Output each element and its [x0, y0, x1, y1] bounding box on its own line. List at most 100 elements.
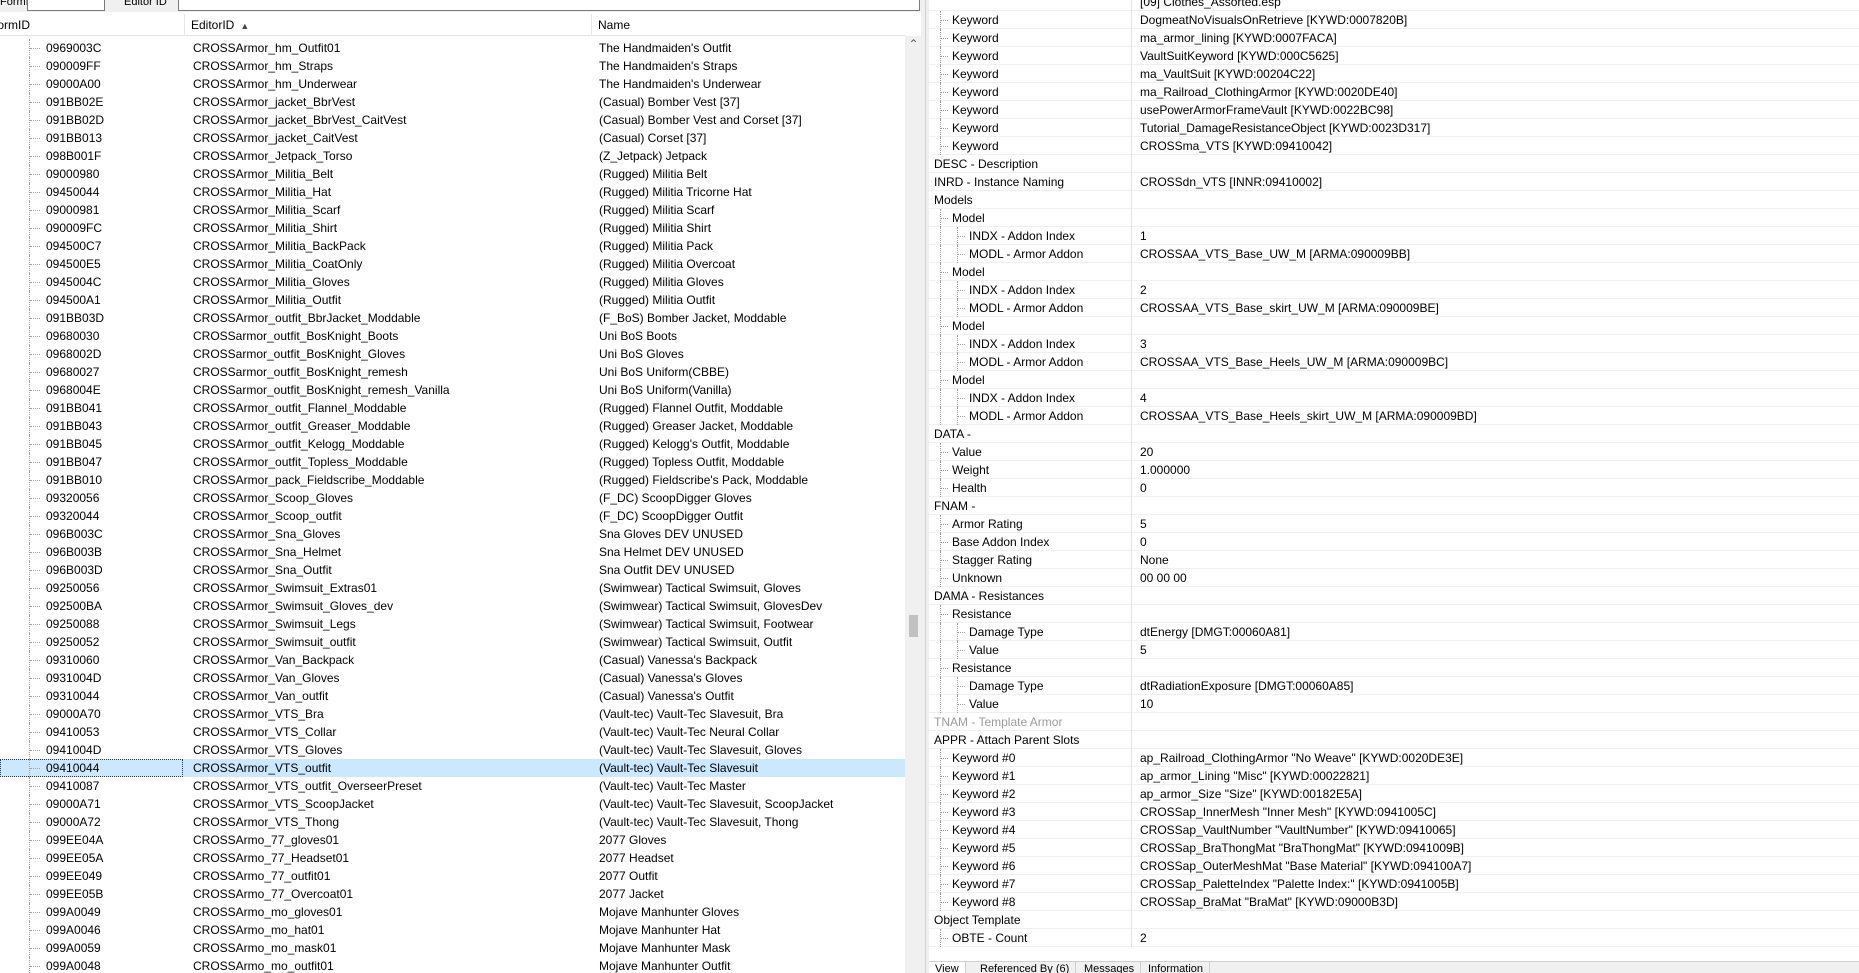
table-row[interactable]: 09000A72 CROSSArmor_VTS_Thong (Vault-tec) … [0, 813, 905, 831]
table-row[interactable]: 09410044 CROSSArmor_VTS_outfit (Vault-tec)… [0, 759, 905, 777]
table-row[interactable]: 096B003C CROSSArmor_Sna_Gloves Sna Gloves … [0, 525, 905, 543]
detail-value[interactable]: 10 [1140, 695, 1153, 713]
table-row[interactable]: 094500A1 CROSSArmor_Militia_Outfit (Rugged… [0, 291, 905, 309]
detail-row[interactable]: Object Template [929, 911, 1859, 929]
detail-row[interactable]: Keyword #0 ap_Railroad_ClothingArmor "No … [929, 749, 1859, 767]
detail-value[interactable]: CROSSap_BraThongMat "BraThongMat" [KYWD:… [1140, 839, 1464, 857]
scrollbar-thumb[interactable] [909, 615, 918, 637]
detail-value[interactable]: 20 [1140, 443, 1153, 461]
table-row[interactable]: 099A0059 CROSSArmo_mo_mask01 Mojave Manhun… [0, 939, 905, 957]
detail-row[interactable]: Health 0 [929, 479, 1859, 497]
formid-filter-input[interactable] [27, 0, 105, 11]
detail-row[interactable]: INDX - Addon Index 2 [929, 281, 1859, 299]
detail-value[interactable]: DogmeatNoVisualsOnRetrieve [KYWD:0007820… [1140, 11, 1407, 29]
detail-row[interactable]: Model [929, 209, 1859, 227]
detail-row[interactable]: Keyword Tutorial_DamageResistanceObject [… [929, 119, 1859, 137]
table-row[interactable]: 09680030 CROSSarmor_outfit_BosKnight_Boot… [0, 327, 905, 345]
detail-row[interactable]: Damage Type dtEnergy [DMGT:00060A81] [929, 623, 1859, 641]
detail-value[interactable]: ma_VaultSuit [KYWD:00204C22] [1140, 65, 1315, 83]
detail-row[interactable]: Keyword #7 CROSSap_PaletteIndex "Palette … [929, 875, 1859, 893]
detail-row[interactable]: DESC - Description [929, 155, 1859, 173]
table-row[interactable]: 091BB047 CROSSArmor_outfit_Topless_Moddab… [0, 453, 905, 471]
detail-row[interactable]: Keyword #4 CROSSap_VaultNumber "VaultNumb… [929, 821, 1859, 839]
detail-row[interactable]: INDX - Addon Index 3 [929, 335, 1859, 353]
table-row[interactable]: 09320044 CROSSArmor_Scoop_outfit (F_DC) Sc… [0, 507, 905, 525]
column-divider[interactable] [591, 14, 592, 36]
table-row[interactable]: 0941004D CROSSArmor_VTS_Gloves (Vault-tec)… [0, 741, 905, 759]
detail-row[interactable]: Keyword VaultSuitKeyword [KYWD:000C5625] [929, 47, 1859, 65]
detail-row[interactable]: Damage Type dtRadiationExposure [DMGT:000… [929, 677, 1859, 695]
detail-value[interactable]: 1 [1140, 227, 1147, 245]
detail-row[interactable]: FNAM - [929, 497, 1859, 515]
table-row[interactable]: 099A0048 CROSSArmo_mo_outfit01 Mojave Manh… [0, 957, 905, 973]
detail-row[interactable]: Armor Rating 5 [929, 515, 1859, 533]
detail-value[interactable]: 5 [1140, 515, 1147, 533]
detail-row[interactable]: Keyword #2 ap_armor_Size "Size" [KYWD:001… [929, 785, 1859, 803]
detail-value[interactable]: CROSSAA_VTS_Base_Heels_UW_M [ARMA:090009… [1140, 353, 1448, 371]
detail-value[interactable]: dtEnergy [DMGT:00060A81] [1140, 623, 1290, 641]
tab-view[interactable]: View [929, 962, 966, 973]
tab-messages[interactable]: Messages [1078, 962, 1142, 973]
detail-row[interactable]: MODL - Armor Addon CROSSAA_VTS_Base_skirt… [929, 299, 1859, 317]
detail-row[interactable]: Resistance [929, 605, 1859, 623]
detail-value[interactable]: CROSSma_VTS [KYWD:09410042] [1140, 137, 1332, 155]
detail-row[interactable]: Value 20 [929, 443, 1859, 461]
table-row[interactable]: 09000A00 CROSSArmor_hm_Underwear The Handm… [0, 75, 905, 93]
detail-row[interactable]: Keyword #5 CROSSap_BraThongMat "BraThongM… [929, 839, 1859, 857]
detail-row[interactable]: Resistance [929, 659, 1859, 677]
detail-row[interactable]: MODL - Armor Addon CROSSAA_VTS_Base_UW_M … [929, 245, 1859, 263]
detail-row[interactable]: INRD - Instance Naming CROSSdn_VTS [INNR:… [929, 173, 1859, 191]
detail-row[interactable]: Keyword ma_VaultSuit [KYWD:00204C22] [929, 65, 1859, 83]
detail-value[interactable]: CROSSap_PaletteIndex "Palette Index:" [K… [1140, 875, 1459, 893]
detail-row[interactable]: Keyword #1 ap_armor_Lining "Misc" [KYWD:0… [929, 767, 1859, 785]
detail-value[interactable]: ap_armor_Size "Size" [KYWD:00182E5A] [1140, 785, 1362, 803]
table-row[interactable]: 091BB010 CROSSArmor_pack_Fieldscribe_Modd… [0, 471, 905, 489]
tab-information[interactable]: Information [1142, 962, 1211, 973]
detail-value[interactable]: 5 [1140, 641, 1147, 659]
detail-value[interactable]: 2 [1140, 929, 1147, 947]
detail-row[interactable]: Base Addon Index 0 [929, 533, 1859, 551]
table-row[interactable]: 091BB045 CROSSArmor_outfit_Kelogg_Moddabl… [0, 435, 905, 453]
table-row[interactable]: 0931004D CROSSArmor_Van_Gloves (Casual) Va… [0, 669, 905, 687]
table-row[interactable]: 092500BA CROSSArmor_Swimsuit_Gloves_dev (S… [0, 597, 905, 615]
detail-value[interactable]: ap_armor_Lining "Misc" [KYWD:00022821] [1140, 767, 1369, 785]
column-editorid[interactable]: EditorID ▲ [191, 18, 249, 32]
detail-value[interactable]: ma_Railroad_ClothingArmor [KYWD:0020DE40… [1140, 83, 1397, 101]
tab-referenced-by-6[interactable]: Referenced By (6) [974, 962, 1077, 973]
detail-row[interactable]: DATA - [929, 425, 1859, 443]
table-row[interactable]: 0969003C CROSSArmor_hm_Outfit01 The Handma… [0, 39, 905, 57]
table-row[interactable]: 09000A71 CROSSArmor_VTS_ScoopJacket (Vault… [0, 795, 905, 813]
detail-row[interactable]: Keyword DogmeatNoVisualsOnRetrieve [KYWD:… [929, 11, 1859, 29]
table-row[interactable]: 09250056 CROSSArmor_Swimsuit_Extras01 (Swi… [0, 579, 905, 597]
detail-row[interactable]: Stagger Rating None [929, 551, 1859, 569]
detail-value[interactable]: None [1140, 551, 1169, 569]
detail-row[interactable]: Keyword #8 CROSSap_BraMat "BraMat" [KYWD:… [929, 893, 1859, 911]
detail-value[interactable]: 4 [1140, 389, 1147, 407]
record-list-scrollbar[interactable]: ⌃ [905, 36, 921, 973]
detail-value[interactable]: ma_armor_lining [KYWD:0007FACA] [1140, 29, 1337, 47]
table-row[interactable]: 098B001F CROSSArmor_Jetpack_Torso (Z_Jetpa… [0, 147, 905, 165]
detail-value[interactable]: VaultSuitKeyword [KYWD:000C5625] [1140, 47, 1339, 65]
detail-row[interactable]: Value 5 [929, 641, 1859, 659]
table-row[interactable]: 096B003B CROSSArmor_Sna_Helmet Sna Helmet … [0, 543, 905, 561]
table-row[interactable]: 099EE04A CROSSArmo_77_gloves01 2077 Gloves [0, 831, 905, 849]
table-row[interactable]: 099EE05A CROSSArmo_77_Headset01 2077 Heads… [0, 849, 905, 867]
detail-row[interactable]: TNAM - Template Armor [929, 713, 1859, 731]
detail-value[interactable]: 3 [1140, 335, 1147, 353]
table-row[interactable]: 099EE049 CROSSArmo_77_outfit01 2077 Outfit [0, 867, 905, 885]
column-divider[interactable] [184, 14, 185, 36]
table-row[interactable]: 099A0049 CROSSArmo_mo_gloves01 Mojave Manh… [0, 903, 905, 921]
detail-row[interactable]: APPR - Attach Parent Slots [929, 731, 1859, 749]
table-row[interactable]: 091BB041 CROSSArmor_outfit_Flannel_Moddab… [0, 399, 905, 417]
pane-splitter[interactable] [921, 0, 929, 973]
detail-row[interactable]: Keyword ma_armor_lining [KYWD:0007FACA] [929, 29, 1859, 47]
detail-row[interactable]: INDX - Addon Index 4 [929, 389, 1859, 407]
table-row[interactable]: 094500C7 CROSSArmor_Militia_BackPack (Rugg… [0, 237, 905, 255]
detail-value[interactable]: CROSSdn_VTS [INNR:09410002] [1140, 173, 1322, 191]
table-row[interactable]: 099EE05B CROSSArmo_77_Overcoat01 2077 Jack… [0, 885, 905, 903]
detail-value[interactable]: 0 [1140, 479, 1147, 497]
detail-value[interactable]: 1.000000 [1140, 461, 1190, 479]
detail-value[interactable]: 2 [1140, 281, 1147, 299]
detail-row[interactable]: DAMA - Resistances [929, 587, 1859, 605]
detail-value[interactable]: CROSSAA_VTS_Base_UW_M [ARMA:090009BB] [1140, 245, 1410, 263]
